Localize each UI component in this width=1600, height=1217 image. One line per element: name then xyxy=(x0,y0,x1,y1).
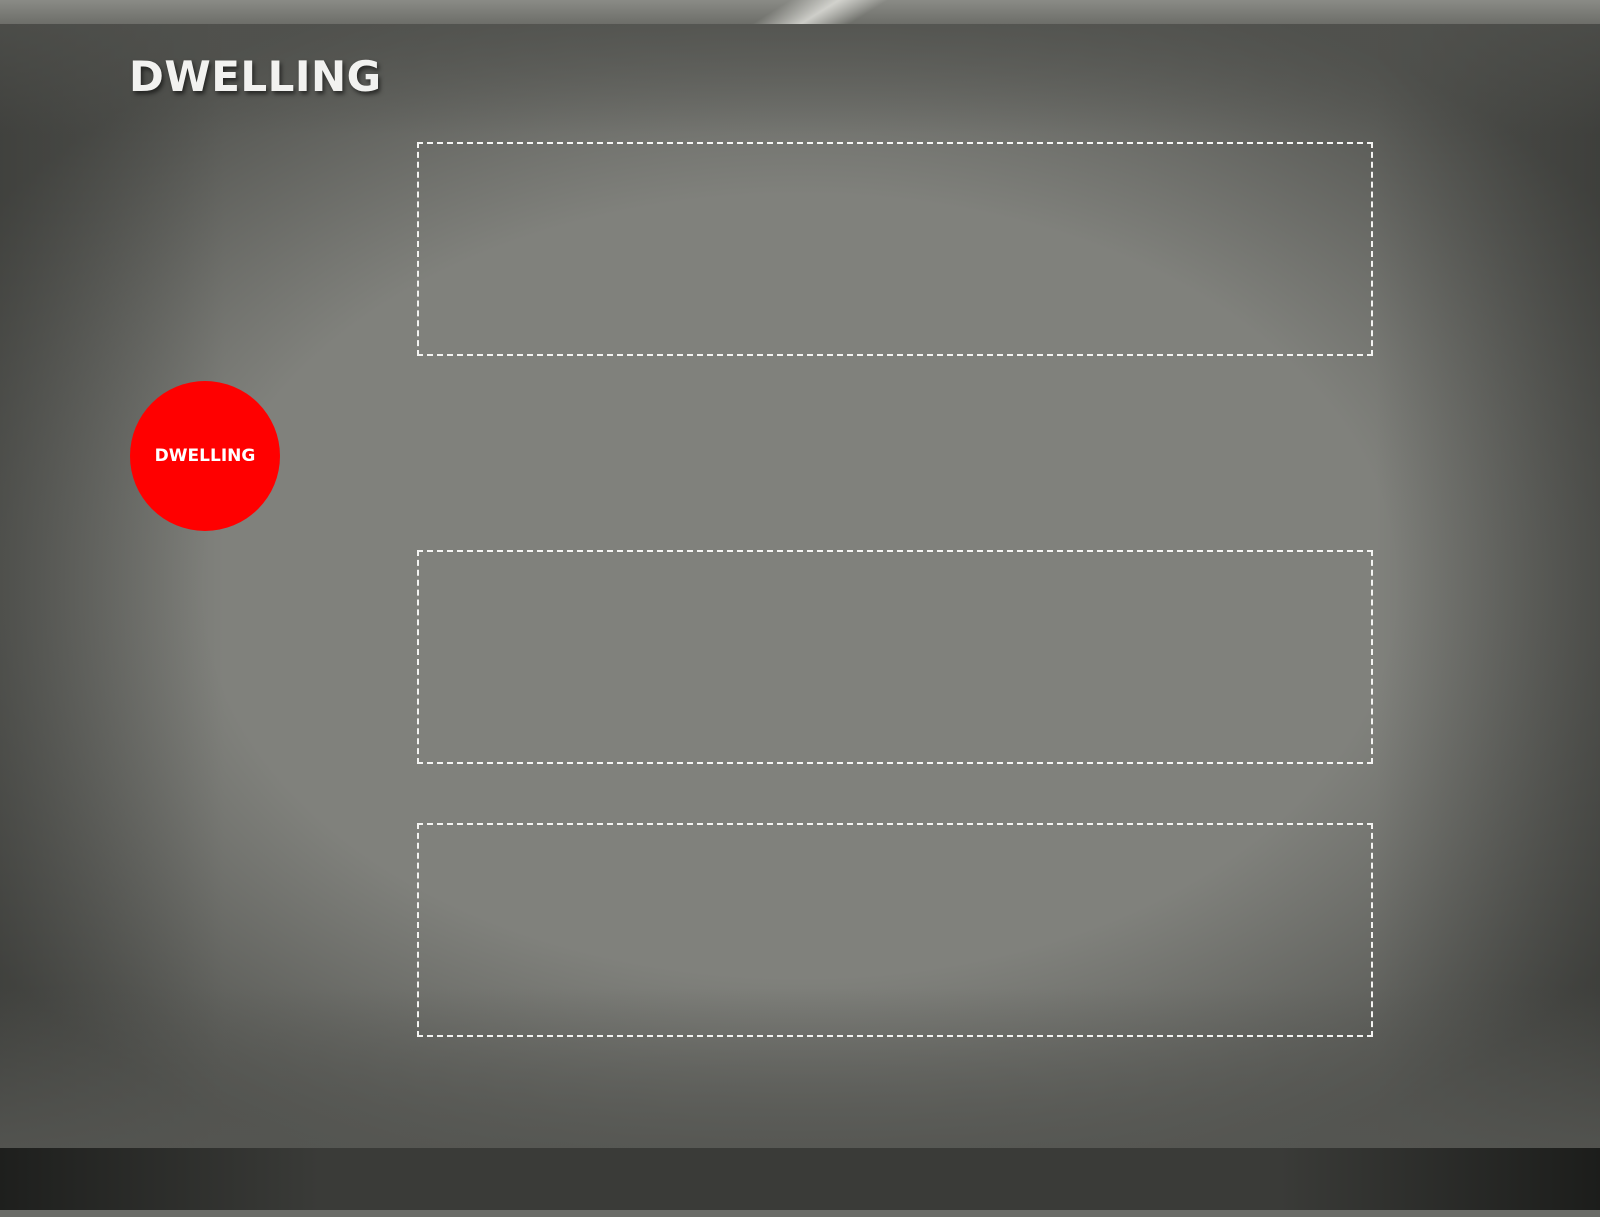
top-strip xyxy=(0,0,1600,25)
slide-canvas: DWELLING DWELLING xyxy=(0,0,1600,1217)
text-placeholder-1[interactable] xyxy=(417,142,1373,356)
bottom-strip xyxy=(0,1210,1600,1217)
text-placeholder-2[interactable] xyxy=(417,550,1373,764)
top-strip-gleam xyxy=(682,0,958,24)
text-placeholder-3[interactable] xyxy=(417,823,1373,1037)
footer-bar xyxy=(0,1148,1600,1210)
slide-title: DWELLING xyxy=(129,52,382,101)
dwelling-badge-label: DWELLING xyxy=(154,446,256,466)
dwelling-badge[interactable]: DWELLING xyxy=(130,381,280,531)
